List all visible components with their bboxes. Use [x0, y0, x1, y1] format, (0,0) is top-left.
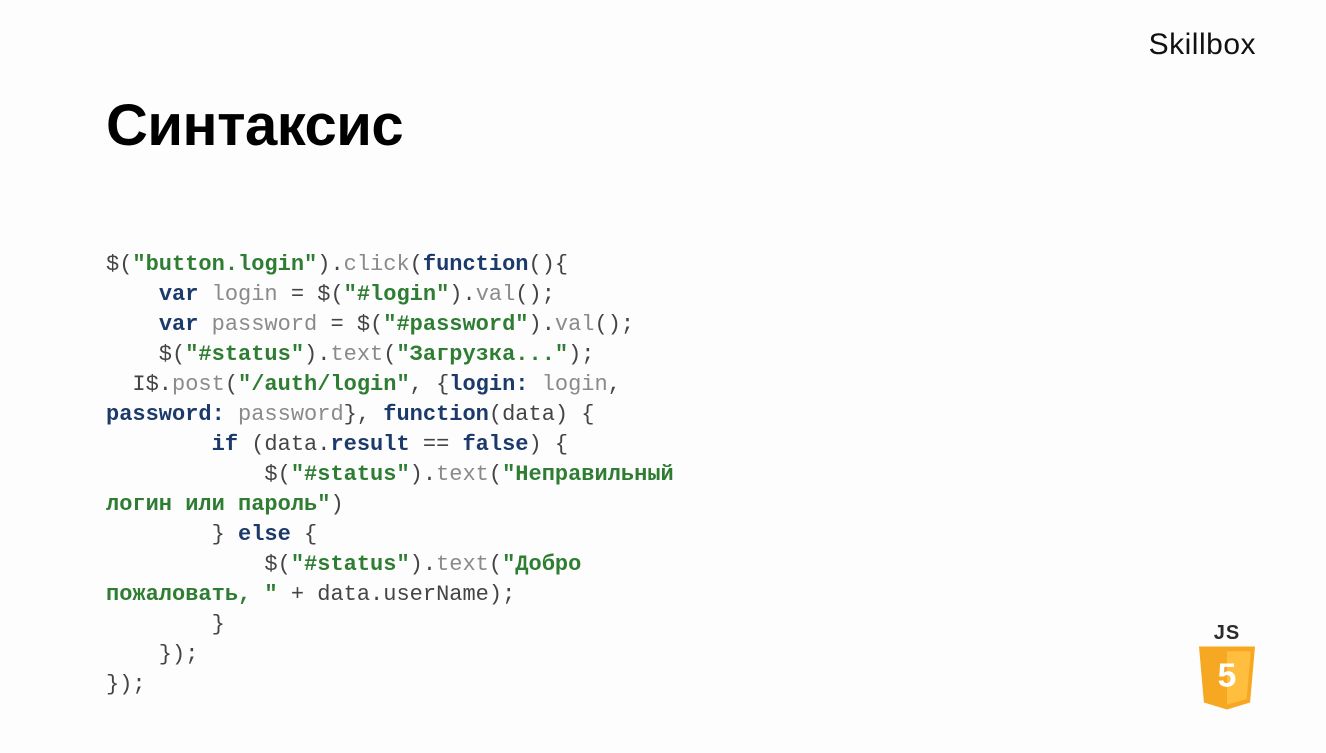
code-block: $("button.login").click(function(){ var …: [106, 220, 674, 700]
js-html5-badge: JS 5: [1188, 622, 1266, 713]
code-line: } else {: [106, 522, 317, 547]
slide-title: Синтаксис: [106, 92, 403, 159]
code-line: $("button.login").click(function(){: [106, 252, 568, 277]
js-badge-text: JS: [1188, 622, 1266, 645]
code-line: });: [106, 642, 198, 667]
code-line: });: [106, 672, 146, 697]
code-line: логин или пароль"): [106, 492, 344, 517]
html5-shield-icon: 5: [1192, 643, 1262, 713]
code-line: }: [106, 612, 225, 637]
code-line: I$.post("/auth/login", {login: login,: [106, 372, 621, 397]
code-line: password: password}, function(data) {: [106, 402, 595, 427]
code-line: $("#status").text("Добро: [106, 552, 581, 577]
code-line: var login = $("#login").val();: [106, 282, 555, 307]
svg-text:5: 5: [1218, 657, 1237, 694]
code-line: if (data.result == false) {: [106, 432, 568, 457]
code-line: var password = $("#password").val();: [106, 312, 634, 337]
code-line: $("#status").text("Загрузка...");: [106, 342, 595, 367]
code-line: $("#status").text("Неправильный: [106, 462, 674, 487]
brand-logo: Skillbox: [1149, 28, 1256, 62]
code-line: пожаловать, " + data.userName);: [106, 582, 515, 607]
